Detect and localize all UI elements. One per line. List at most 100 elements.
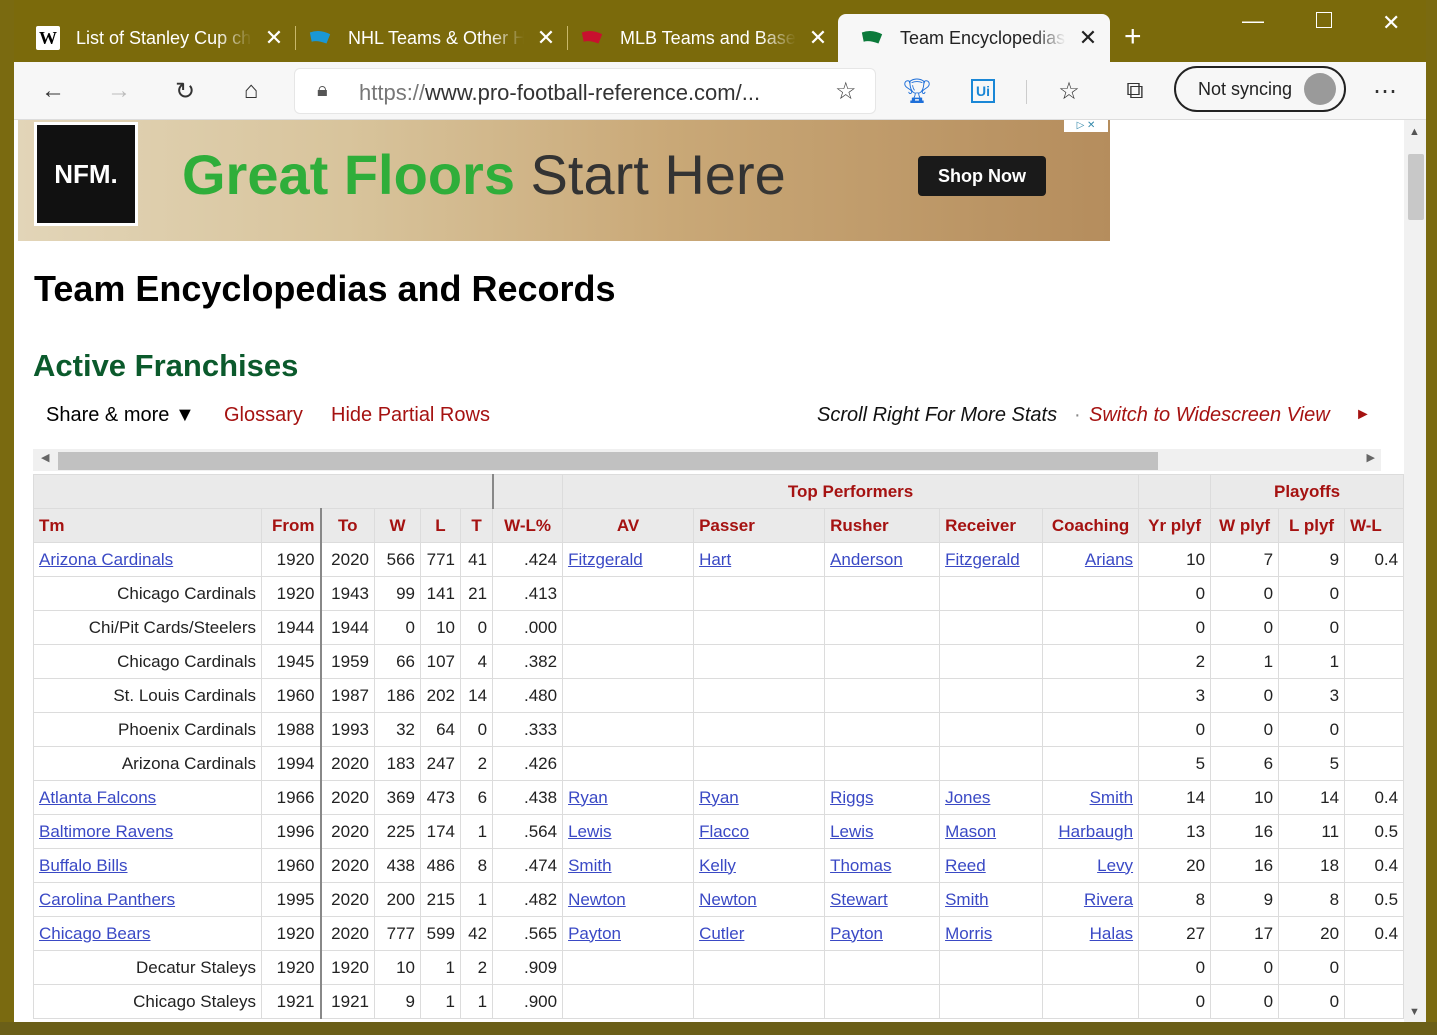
shop-now-button[interactable]: Shop Now: [918, 156, 1046, 196]
cell-receiver[interactable]: Jones: [939, 780, 1044, 815]
cell-rusher[interactable]: Lewis: [824, 814, 941, 849]
arrow-right-icon[interactable]: ►: [1355, 406, 1371, 424]
team-link[interactable]: Chicago Bears: [39, 924, 151, 943]
forward-icon[interactable]: →: [102, 74, 136, 108]
cell-rusher[interactable]: Anderson: [824, 542, 941, 577]
close-icon[interactable]: ✕: [1076, 25, 1100, 51]
uipath-extension-icon[interactable]: Ui: [966, 74, 1000, 108]
glossary-link[interactable]: Glossary: [224, 404, 303, 427]
player-link[interactable]: Ryan: [699, 788, 739, 807]
player-link[interactable]: Halas: [1090, 924, 1133, 943]
cell-coach[interactable]: Halas: [1042, 916, 1140, 951]
column-header-l-plyf[interactable]: L plyf: [1278, 508, 1346, 543]
scroll-thumb[interactable]: [58, 452, 1158, 470]
tab-team-encyclopedias[interactable]: Team Encyclopedias a ✕: [838, 14, 1110, 62]
scroll-left-icon[interactable]: ◀: [41, 451, 49, 464]
column-header-av[interactable]: AV: [562, 508, 695, 543]
team-cell[interactable]: Carolina Panthers: [33, 882, 262, 917]
cell-passer[interactable]: Kelly: [693, 848, 826, 883]
ad-choices-icon[interactable]: ▷ ✕: [1064, 120, 1108, 132]
advertisement-banner[interactable]: NFM. Great Floors Start Here Shop Now ▷ …: [18, 120, 1110, 241]
player-link[interactable]: Mason: [945, 822, 996, 841]
column-header-rusher[interactable]: Rusher: [824, 508, 941, 543]
more-menu-icon[interactable]: ⋯: [1368, 74, 1402, 108]
address-bar[interactable]: 🔒︎ https://www.pro-football-reference.co…: [294, 68, 876, 114]
player-link[interactable]: Thomas: [830, 856, 891, 875]
player-link[interactable]: Fitzgerald: [568, 550, 643, 569]
cell-av[interactable]: Ryan: [562, 780, 695, 815]
column-header-yr-plyf[interactable]: Yr plyf: [1138, 508, 1212, 543]
player-link[interactable]: Newton: [699, 890, 757, 909]
cell-passer[interactable]: Newton: [693, 882, 826, 917]
player-link[interactable]: Harbaugh: [1058, 822, 1133, 841]
player-link[interactable]: Stewart: [830, 890, 888, 909]
player-link[interactable]: Payton: [568, 924, 621, 943]
refresh-icon[interactable]: ↻: [168, 74, 202, 108]
cell-coach[interactable]: Harbaugh: [1042, 814, 1140, 849]
column-header-to[interactable]: To: [320, 508, 375, 543]
cell-rusher[interactable]: Thomas: [824, 848, 941, 883]
cell-av[interactable]: Payton: [562, 916, 695, 951]
column-header-coaching[interactable]: Coaching: [1042, 508, 1140, 543]
tab-nhl[interactable]: NHL Teams & Other H ✕: [286, 14, 568, 62]
home-icon[interactable]: ⌂: [234, 74, 268, 108]
team-link[interactable]: Atlanta Falcons: [39, 788, 156, 807]
player-link[interactable]: Payton: [830, 924, 883, 943]
back-icon[interactable]: ←: [36, 74, 70, 108]
tab-stanley-cup[interactable]: W List of Stanley Cup ch ✕: [14, 14, 296, 62]
column-header-from[interactable]: From: [261, 508, 322, 543]
column-header-tm[interactable]: Tm: [33, 508, 262, 543]
column-header-receiver[interactable]: Receiver: [939, 508, 1044, 543]
player-link[interactable]: Jones: [945, 788, 990, 807]
team-link[interactable]: Buffalo Bills: [39, 856, 128, 875]
cell-receiver[interactable]: Smith: [939, 882, 1044, 917]
player-link[interactable]: Flacco: [699, 822, 749, 841]
column-header-passer[interactable]: Passer: [693, 508, 826, 543]
player-link[interactable]: Newton: [568, 890, 626, 909]
cell-rusher[interactable]: Payton: [824, 916, 941, 951]
cell-passer[interactable]: Hart: [693, 542, 826, 577]
team-cell[interactable]: Baltimore Ravens: [33, 814, 262, 849]
player-link[interactable]: Lewis: [830, 822, 873, 841]
profile-sync-button[interactable]: Not syncing: [1174, 66, 1346, 112]
player-link[interactable]: Ryan: [568, 788, 608, 807]
maximize-icon[interactable]: [1316, 12, 1332, 28]
player-link[interactable]: Hart: [699, 550, 731, 569]
player-link[interactable]: Riggs: [830, 788, 873, 807]
window-close-icon[interactable]: ✕: [1382, 10, 1400, 36]
cell-coach[interactable]: Smith: [1042, 780, 1140, 815]
column-header-wl-pct[interactable]: W-L%: [492, 508, 564, 543]
player-link[interactable]: Levy: [1097, 856, 1133, 875]
player-link[interactable]: Rivera: [1084, 890, 1133, 909]
team-link[interactable]: Arizona Cardinals: [39, 550, 173, 569]
cell-av[interactable]: Fitzgerald: [562, 542, 695, 577]
column-header-l[interactable]: L: [420, 508, 461, 543]
extension-trophy-icon[interactable]: 🏆︎: [900, 74, 934, 108]
column-header-w[interactable]: W: [374, 508, 421, 543]
cell-av[interactable]: Smith: [562, 848, 695, 883]
cell-rusher[interactable]: Stewart: [824, 882, 941, 917]
player-link[interactable]: Fitzgerald: [945, 550, 1020, 569]
cell-av[interactable]: Newton: [562, 882, 695, 917]
player-link[interactable]: Morris: [945, 924, 992, 943]
player-link[interactable]: Arians: [1085, 550, 1133, 569]
team-link[interactable]: Carolina Panthers: [39, 890, 175, 909]
cell-receiver[interactable]: Mason: [939, 814, 1044, 849]
column-header-w-plyf[interactable]: W plyf: [1210, 508, 1280, 543]
cell-receiver[interactable]: Fitzgerald: [939, 542, 1044, 577]
player-link[interactable]: Kelly: [699, 856, 736, 875]
team-cell[interactable]: Arizona Cardinals: [33, 542, 262, 577]
cell-coach[interactable]: Arians: [1042, 542, 1140, 577]
close-icon[interactable]: ✕: [262, 25, 286, 51]
favorites-icon[interactable]: ☆: [1052, 74, 1086, 108]
add-favorite-icon[interactable]: ☆: [835, 77, 857, 106]
column-header-t[interactable]: T: [459, 508, 494, 543]
vertical-scrollbar[interactable]: ▲ ▼: [1404, 120, 1426, 1022]
new-tab-button[interactable]: +: [1124, 22, 1142, 52]
team-cell[interactable]: Atlanta Falcons: [33, 780, 262, 815]
scroll-thumb[interactable]: [1408, 154, 1424, 220]
horizontal-scrollbar[interactable]: ◀ ▶: [33, 449, 1381, 471]
cell-av[interactable]: Lewis: [562, 814, 695, 849]
player-link[interactable]: Smith: [568, 856, 611, 875]
scroll-up-icon[interactable]: ▲: [1409, 126, 1420, 138]
